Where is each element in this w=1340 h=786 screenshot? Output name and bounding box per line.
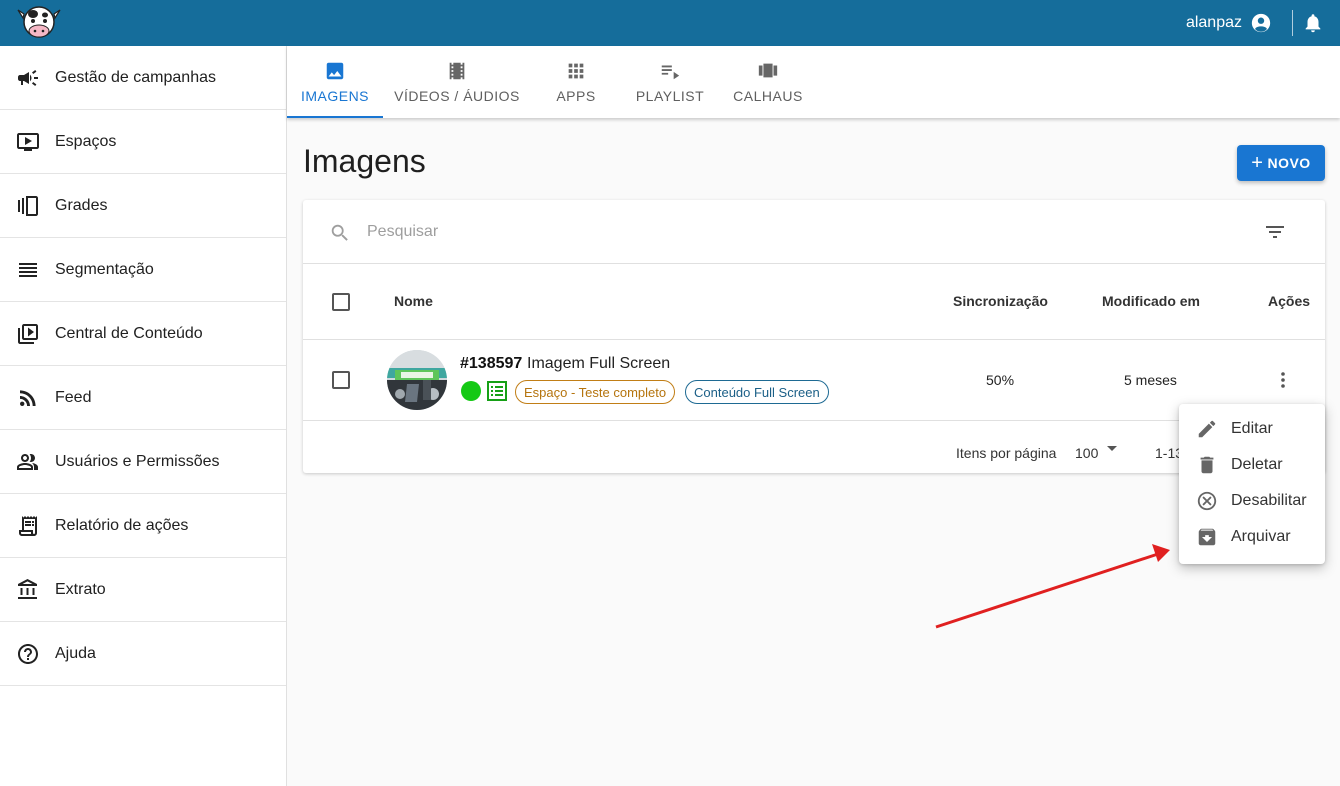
sidebar-item-label: Segmentação [55, 260, 154, 278]
menu-item-arquivar[interactable]: Arquivar [1179, 519, 1325, 555]
item-id: #138597 [460, 355, 523, 372]
column-header-modified[interactable]: Modificado em [1102, 293, 1200, 309]
user-menu[interactable]: alanpaz [1186, 12, 1272, 34]
images-table-card: Nome Sincronização Modificado em Ações #… [303, 200, 1325, 473]
username: alanpaz [1185, 14, 1242, 31]
per-page-select[interactable]: 100 [1075, 445, 1098, 461]
page-title: Imagens [303, 143, 426, 179]
sidebar-item-label: Ajuda [55, 644, 96, 662]
tab-label: IMAGENS [300, 88, 370, 104]
people-icon [16, 450, 40, 474]
sidebar-item-label: Relatório de ações [55, 516, 189, 534]
image-icon [326, 62, 344, 80]
view-carousel-icon [758, 63, 778, 78]
sidebar-item-relatorio[interactable]: Relatório de ações [0, 494, 286, 558]
plus-icon: + [1251, 152, 1264, 174]
item-name[interactable]: Imagem Full Screen [527, 355, 670, 373]
annotation-arrow [935, 544, 1170, 629]
sidebar-item-segmentacao[interactable]: Segmentação [0, 238, 286, 302]
help-icon [16, 642, 40, 666]
search-bar [303, 200, 1325, 264]
sidebar-item-espacos[interactable]: Espaços [0, 110, 286, 174]
content-tabs: IMAGENS VÍDEOS / ÁUDIOS APPS PLAYLIST CA… [287, 46, 1340, 118]
sidebar-item-label: Usuários e Permissões [55, 452, 220, 470]
table-pagination: Itens por página 100 1-13 [303, 421, 1325, 473]
column-header-actions: Ações [1268, 293, 1311, 309]
film-icon [449, 62, 465, 80]
column-header-name[interactable]: Nome [394, 293, 433, 309]
bell-icon[interactable] [1302, 12, 1324, 34]
sidebar-item-grades[interactable]: Grades [0, 174, 286, 238]
bank-icon [16, 578, 40, 602]
grade-list-icon[interactable] [487, 381, 507, 401]
column-header-sync[interactable]: Sincronização [953, 293, 1048, 309]
sidebar-item-usuarios[interactable]: Usuários e Permissões [0, 430, 286, 494]
tab-playlist[interactable]: PLAYLIST [621, 46, 719, 118]
table-row[interactable]: #138597 Imagem Full Screen Espaço - Test… [303, 340, 1325, 421]
sidebar-item-extrato[interactable]: Extrato [0, 558, 286, 622]
sidebar-item-label: Central de Conteúdo [55, 324, 203, 342]
row-checkbox[interactable] [332, 371, 350, 389]
sidebar-item-label: Espaços [55, 132, 117, 150]
list-lines-icon [16, 258, 40, 282]
search-icon [331, 224, 348, 241]
megaphone-icon [16, 66, 40, 90]
tab-label: APPS [556, 88, 596, 104]
tab-label: PLAYLIST [635, 88, 705, 104]
sidebar-item-feed[interactable]: Feed [0, 366, 286, 430]
menu-item-label: Deletar [1231, 456, 1283, 473]
per-page-label: Itens por página [956, 445, 1057, 461]
trash-icon [1196, 454, 1218, 476]
sidebar-item-label: Grades [55, 196, 108, 214]
space-chip[interactable]: Espaço - Teste completo [515, 380, 676, 404]
image-thumbnail[interactable] [387, 350, 447, 410]
content-chip[interactable]: Conteúdo Full Screen [685, 380, 829, 404]
archive-icon [1196, 526, 1218, 548]
sidebar: Gestão de campanhas Espaços Grades Segme… [0, 46, 287, 786]
menu-item-label: Desabilitar [1231, 492, 1307, 509]
new-button[interactable]: + NOVO [1237, 145, 1325, 181]
menu-item-desabilitar[interactable]: Desabilitar [1179, 483, 1325, 519]
menu-item-label: Arquivar [1231, 528, 1291, 545]
apps-grid-icon [568, 63, 584, 79]
monitor-play-icon [16, 130, 40, 154]
header-divider [1292, 10, 1293, 36]
sidebar-item-label: Gestão de campanhas [55, 68, 216, 86]
cancel-circle-icon [1196, 490, 1218, 512]
modified-value: 5 meses [1124, 372, 1177, 388]
rss-icon [16, 386, 40, 410]
select-all-checkbox[interactable] [332, 293, 350, 311]
sidebar-item-campanhas[interactable]: Gestão de campanhas [0, 46, 286, 110]
more-vertical-icon[interactable] [1273, 370, 1293, 390]
search-input[interactable] [367, 218, 1167, 246]
menu-item-deletar[interactable]: Deletar [1179, 447, 1325, 483]
status-indicator [461, 381, 481, 401]
tab-imagens[interactable]: IMAGENS [287, 46, 383, 118]
video-library-icon [16, 322, 40, 346]
tab-apps[interactable]: APPS [531, 46, 621, 118]
pencil-icon [1196, 418, 1218, 440]
tab-videos-audios[interactable]: VÍDEOS / ÁUDIOS [383, 46, 531, 118]
sync-value: 50% [986, 372, 1015, 388]
new-button-label: NOVO [1267, 155, 1311, 171]
account-circle-icon [1251, 13, 1271, 33]
tab-label: CALHAUS [733, 88, 803, 104]
sidebar-item-ajuda[interactable]: Ajuda [0, 622, 286, 686]
cow-logo-icon[interactable] [16, 4, 62, 40]
sidebar-item-central-conteudo[interactable]: Central de Conteúdo [0, 302, 286, 366]
carousel-icon [16, 194, 40, 218]
row-actions-menu: Editar Deletar Desabilitar Arquivar [1179, 404, 1325, 564]
table-header: Nome Sincronização Modificado em Ações [303, 264, 1325, 340]
menu-item-label: Editar [1231, 420, 1273, 437]
receipt-icon [16, 514, 40, 538]
top-bar: alanpaz [0, 0, 1340, 46]
caret-down-icon[interactable] [1106, 443, 1118, 455]
sidebar-item-label: Feed [55, 388, 92, 406]
menu-item-editar[interactable]: Editar [1179, 411, 1325, 447]
sidebar-item-label: Extrato [55, 580, 106, 598]
tab-label: VÍDEOS / ÁUDIOS [394, 88, 520, 104]
filter-icon[interactable] [1263, 220, 1287, 244]
tab-calhaus[interactable]: CALHAUS [719, 46, 817, 118]
playlist-icon [661, 65, 680, 80]
